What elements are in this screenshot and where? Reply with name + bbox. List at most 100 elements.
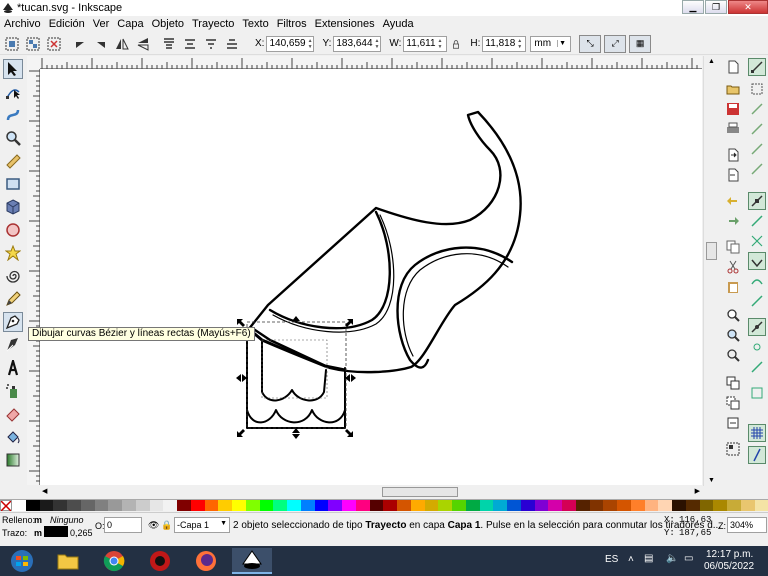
snap-centers-icon[interactable] xyxy=(748,160,766,178)
palette-swatch[interactable] xyxy=(204,500,219,511)
menu-archivo[interactable]: Archivo xyxy=(4,18,41,30)
clock-time[interactable]: 12:17 p.m. xyxy=(706,549,753,560)
snap-toggle-icon[interactable] xyxy=(748,58,766,76)
palette-swatch[interactable] xyxy=(273,500,287,511)
menu-filtros[interactable]: Filtros xyxy=(277,18,307,30)
palette-swatch[interactable] xyxy=(630,500,645,511)
palette-swatch[interactable] xyxy=(355,500,370,511)
unlink-clone-icon[interactable] xyxy=(724,414,742,432)
palette-swatch[interactable] xyxy=(479,500,494,511)
zoom-drawing-icon[interactable] xyxy=(724,326,742,344)
firefox-icon[interactable] xyxy=(186,548,226,574)
scale-corners-toggle[interactable]: ⤢ xyxy=(604,34,627,53)
export-icon[interactable] xyxy=(724,166,742,184)
palette-swatch[interactable] xyxy=(53,500,67,511)
palette-swatch[interactable] xyxy=(520,500,535,511)
palette-swatch[interactable] xyxy=(699,500,714,511)
palette-swatch[interactable] xyxy=(25,500,40,511)
flip-vertical-icon[interactable] xyxy=(134,35,152,53)
vertical-scrollbar[interactable]: ▲ ▼ xyxy=(703,56,719,486)
menu-texto[interactable]: Texto xyxy=(242,18,268,30)
lock-layer-icon[interactable]: 🔒 xyxy=(161,520,172,531)
palette-swatch[interactable] xyxy=(80,500,95,511)
eraser-tool[interactable] xyxy=(3,404,23,424)
palette-swatch[interactable] xyxy=(259,500,274,511)
calligraphy-tool[interactable] xyxy=(3,335,23,355)
stroke-color-swatch[interactable] xyxy=(44,526,68,537)
layer-select[interactable]: -Capa 1 ▼ xyxy=(174,517,230,533)
lock-icon[interactable] xyxy=(450,35,462,53)
language-indicator[interactable]: ES xyxy=(605,554,618,565)
ellipse-tool[interactable] xyxy=(3,220,23,240)
snap-bbox-corners-icon[interactable] xyxy=(748,120,766,138)
palette-swatch[interactable] xyxy=(94,500,109,511)
maximize-button[interactable]: ❐ xyxy=(705,0,727,14)
zoom-tool[interactable] xyxy=(3,128,23,148)
palette-swatch[interactable] xyxy=(232,500,246,511)
palette-swatch[interactable] xyxy=(397,500,411,511)
drawing-canvas[interactable] xyxy=(40,69,702,485)
vertical-ruler[interactable] xyxy=(27,69,40,485)
snap-line-midpoints-icon[interactable] xyxy=(748,292,766,310)
palette-swatch[interactable] xyxy=(314,500,329,511)
snap-paths-icon[interactable] xyxy=(748,212,766,230)
inkscape-taskbar-icon[interactable] xyxy=(232,548,272,574)
redo-icon[interactable] xyxy=(724,212,742,230)
close-button[interactable]: ✕ xyxy=(728,0,768,14)
snap-text-baseline-icon[interactable] xyxy=(748,358,766,376)
rotate-ccw-icon[interactable] xyxy=(71,35,89,53)
tweak-tool[interactable] xyxy=(3,105,23,125)
lower-icon[interactable] xyxy=(202,35,220,53)
paint-bucket-tool[interactable] xyxy=(3,427,23,447)
deselect-icon[interactable] xyxy=(45,35,63,53)
undo-icon[interactable] xyxy=(724,192,742,210)
menu-ver[interactable]: Ver xyxy=(93,18,110,30)
palette-swatch[interactable] xyxy=(727,500,741,511)
menu-edicion[interactable]: Edición xyxy=(49,18,85,30)
node-tool[interactable] xyxy=(3,82,23,102)
vertical-scroll-thumb[interactable] xyxy=(706,242,717,260)
palette-swatch[interactable] xyxy=(507,500,521,511)
text-tool[interactable] xyxy=(3,358,23,378)
game-app-icon[interactable] xyxy=(140,548,180,574)
zoom-selection-icon[interactable] xyxy=(724,306,742,324)
toucan-drawing[interactable] xyxy=(40,69,702,485)
select-all-layers-icon[interactable] xyxy=(24,35,42,53)
palette-swatch[interactable] xyxy=(603,500,617,511)
palette-swatch[interactable] xyxy=(644,500,659,511)
star-tool[interactable] xyxy=(3,243,23,263)
zoom-input[interactable]: 304% xyxy=(727,517,767,533)
palette-swatch[interactable] xyxy=(410,500,425,511)
palette-swatch[interactable] xyxy=(300,500,315,511)
raise-icon[interactable] xyxy=(181,35,199,53)
snap-rotation-centers-icon[interactable] xyxy=(748,338,766,356)
palette-swatch[interactable] xyxy=(575,500,590,511)
scale-stroke-toggle[interactable]: ⤡ xyxy=(579,34,602,53)
horizontal-scrollbar[interactable]: ◀ ▶ xyxy=(40,486,702,498)
palette-swatch[interactable] xyxy=(245,500,260,511)
duplicate-icon[interactable] xyxy=(724,374,742,392)
bezier-pen-tool[interactable] xyxy=(3,312,23,332)
volume-icon[interactable]: 🔈 xyxy=(666,553,678,564)
palette-swatch[interactable] xyxy=(534,500,549,511)
snap-bbox-icon[interactable] xyxy=(748,80,766,98)
open-icon[interactable] xyxy=(724,80,742,98)
new-document-icon[interactable] xyxy=(724,58,742,76)
start-button-icon[interactable] xyxy=(2,548,42,574)
palette-swatch[interactable] xyxy=(67,500,81,511)
spiral-tool[interactable] xyxy=(3,266,23,286)
flip-horizontal-icon[interactable] xyxy=(113,35,131,53)
zoom-page-icon[interactable] xyxy=(724,346,742,364)
spray-tool[interactable] xyxy=(3,381,23,401)
measure-tool[interactable] xyxy=(3,151,23,171)
x-input[interactable]: 140,659 ▲ ▼ xyxy=(266,35,315,52)
menu-objeto[interactable]: Objeto xyxy=(152,18,184,30)
palette-swatch[interactable] xyxy=(39,500,54,511)
stroke-width-value[interactable]: 0,265 xyxy=(70,528,93,538)
selector-tool[interactable] xyxy=(3,59,23,79)
color-palette[interactable] xyxy=(0,499,768,511)
menu-extensiones[interactable]: Extensiones xyxy=(315,18,375,30)
snap-smooth-nodes-icon[interactable] xyxy=(748,272,766,290)
palette-swatch[interactable] xyxy=(465,500,480,511)
palette-swatch[interactable] xyxy=(135,500,150,511)
